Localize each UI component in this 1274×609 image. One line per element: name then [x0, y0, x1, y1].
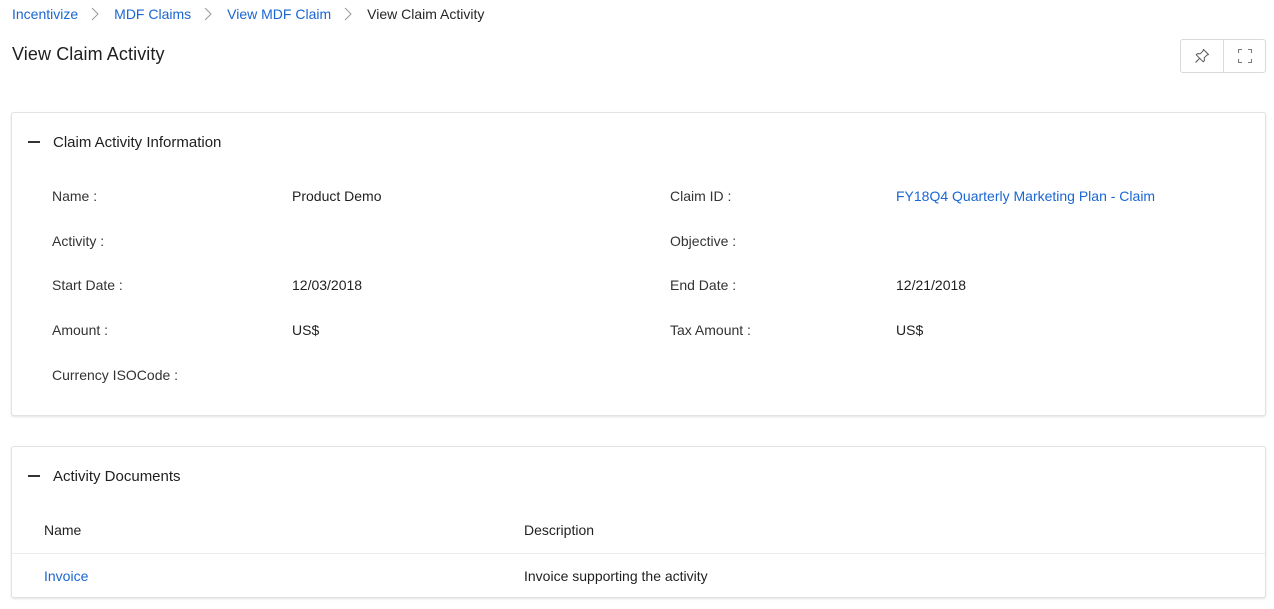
panel-header-toggle[interactable]: Activity Documents	[28, 467, 181, 485]
table-divider	[12, 553, 1265, 554]
breadcrumb-mdf-claims[interactable]: MDF Claims	[114, 6, 191, 22]
column-header-description[interactable]: Description	[524, 522, 594, 538]
breadcrumb-current: View Claim Activity	[367, 6, 485, 22]
claim-activity-info-panel: Claim Activity Information Name : Produc…	[11, 112, 1266, 416]
breadcrumb-view-mdf-claim[interactable]: View MDF Claim	[227, 6, 331, 22]
view-claim-activity-page: Incentivize MDF Claims View MDF Claim Vi…	[0, 0, 1274, 609]
name-value: Product Demo	[292, 188, 382, 204]
expand-icon	[1237, 49, 1252, 63]
document-name-link[interactable]: Invoice	[44, 568, 88, 584]
objective-label: Objective :	[670, 233, 737, 249]
header-toolbar	[1180, 39, 1266, 73]
amount-label: Amount :	[52, 322, 109, 338]
claim-id-link[interactable]: FY18Q4 Quarterly Marketing Plan - Claim	[896, 187, 1155, 205]
activity-documents-panel: Activity Documents Name Description Invo…	[11, 446, 1266, 598]
pin-button[interactable]	[1181, 40, 1223, 72]
end-date-value: 12/21/2018	[896, 277, 967, 293]
document-description: Invoice supporting the activity	[524, 568, 708, 584]
collapse-minus-icon	[28, 133, 40, 151]
panel-header-toggle[interactable]: Claim Activity Information	[28, 133, 221, 151]
pin-icon	[1195, 49, 1209, 63]
column-header-name[interactable]: Name	[44, 522, 81, 538]
chevron-right-icon	[197, 6, 221, 22]
start-date-value: 12/03/2018	[292, 277, 363, 293]
currency-label: Currency ISOCode :	[52, 367, 179, 383]
claim-id-label: Claim ID :	[670, 188, 732, 204]
chevron-right-icon	[84, 6, 108, 22]
start-date-label: Start Date :	[52, 277, 123, 293]
page-title: View Claim Activity	[12, 44, 165, 64]
breadcrumb-incentivize[interactable]: Incentivize	[12, 6, 78, 22]
panel-title: Activity Documents	[53, 467, 181, 485]
end-date-label: End Date :	[670, 277, 737, 293]
fullscreen-button[interactable]	[1223, 40, 1265, 72]
breadcrumb: Incentivize MDF Claims View MDF Claim Vi…	[12, 6, 484, 22]
tax-amount-label: Tax Amount :	[670, 322, 751, 338]
amount-value: US$	[292, 322, 320, 338]
name-label: Name :	[52, 188, 98, 204]
collapse-minus-icon	[28, 467, 40, 485]
tax-amount-value: US$	[896, 322, 924, 338]
chevron-right-icon	[337, 6, 361, 22]
activity-label: Activity :	[52, 233, 105, 249]
panel-title: Claim Activity Information	[53, 133, 222, 151]
